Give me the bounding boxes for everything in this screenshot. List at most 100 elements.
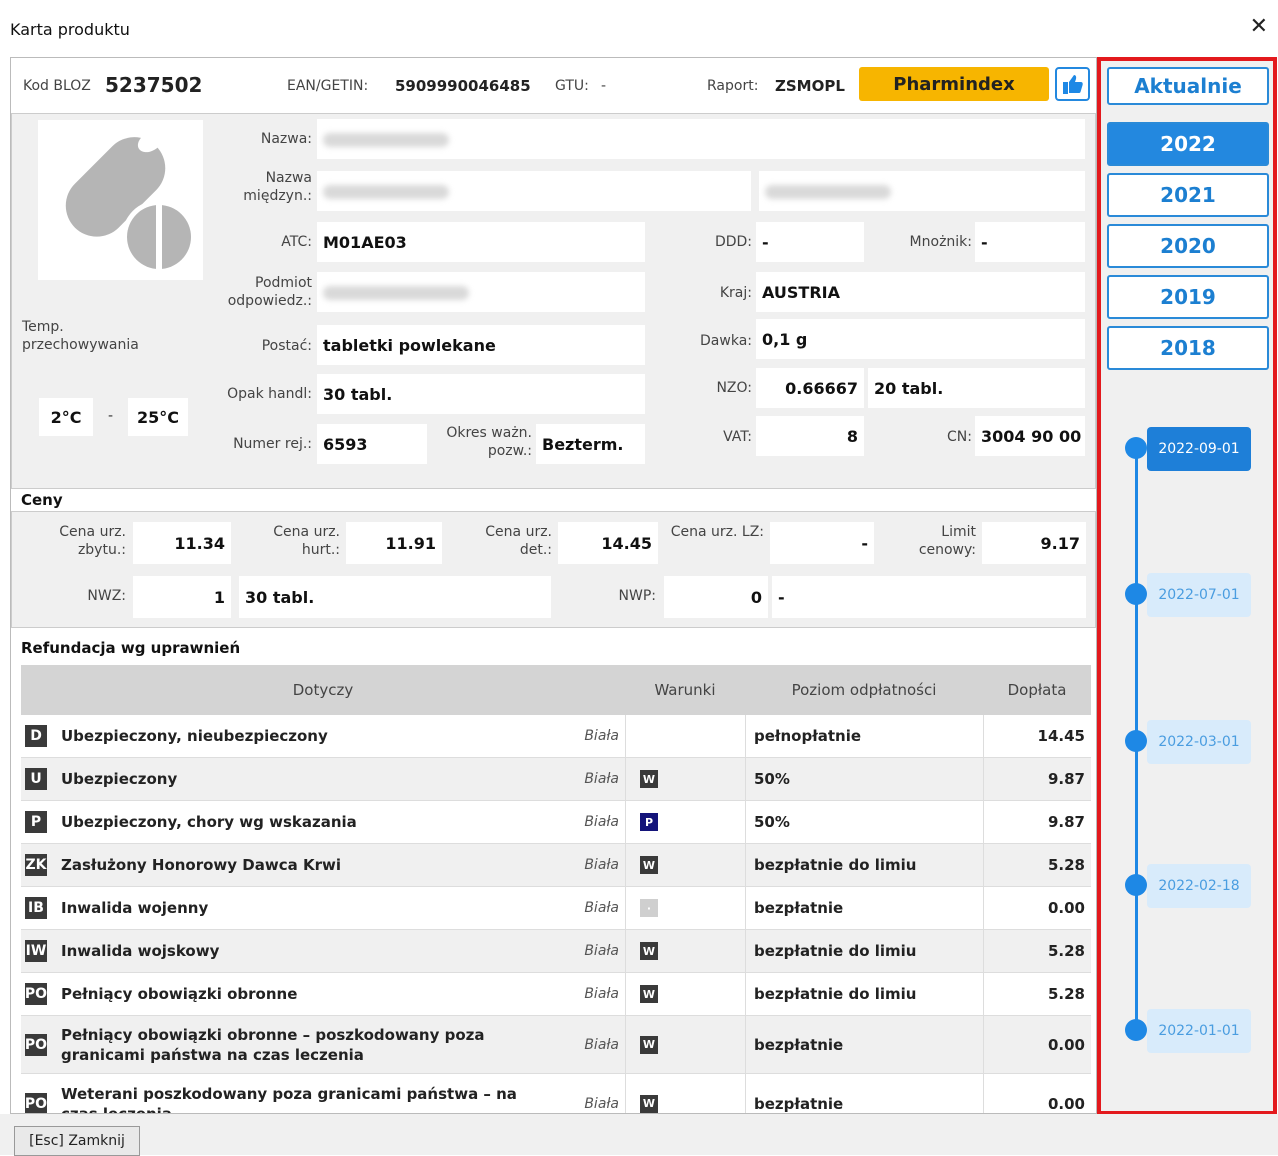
- nzo-label: NZO:: [716, 380, 752, 396]
- postac-field: tabletki powlekane: [317, 325, 645, 365]
- history-panel: Aktualnie 2022 2021 2020 2019 2018 2022-…: [1097, 57, 1277, 1115]
- ean-value: 5909990046485: [395, 77, 531, 95]
- current-button[interactable]: Aktualnie: [1107, 67, 1269, 105]
- privilege-code-badge: PO: [25, 1092, 47, 1113]
- gtu-value: -: [601, 78, 607, 94]
- timeline-dot: [1125, 583, 1147, 605]
- privilege-name: Zasłużony Honorowy Dawca Krwi: [61, 856, 341, 874]
- payment-level: bezpłatnie: [745, 887, 983, 929]
- temp-label: Temp. przechowywania: [22, 319, 139, 353]
- vat-label: VAT:: [723, 429, 752, 445]
- condition-cell: W: [625, 1016, 745, 1073]
- col-header-doplata[interactable]: Dopłata: [983, 665, 1091, 715]
- privilege-code-badge: PO: [25, 983, 47, 1005]
- cn-label: CN:: [947, 429, 972, 445]
- like-button[interactable]: [1055, 67, 1090, 101]
- opak-field: 30 tabl.: [317, 374, 645, 414]
- condition-cell: W: [625, 1074, 745, 1113]
- podmiot-field: [317, 272, 645, 312]
- year-2020-button[interactable]: 2020: [1107, 224, 1269, 268]
- mnoznik-label: Mnożnik:: [909, 234, 972, 250]
- nzo-field: 0.66667: [756, 368, 864, 408]
- payment-level: bezpłatnie do limiu: [745, 844, 983, 886]
- condition-badge: W: [640, 770, 658, 788]
- header-band: Kod BLOZ 5237502 EAN/GETIN: 590999004648…: [11, 58, 1096, 113]
- gtu-label: GTU:: [555, 78, 589, 94]
- year-2019-button[interactable]: 2019: [1107, 275, 1269, 319]
- ceny-section: Cena urz. zbytu.: 11.34 Cena urz. hurt.:…: [11, 511, 1096, 628]
- table-row[interactable]: ZK Zasłużony Honorowy Dawca Krwi Biała Wbez…: [21, 844, 1091, 887]
- nazwa-label: Nazwa:: [260, 131, 312, 147]
- table-row[interactable]: PO Pełniący obowiązki obronne – poszkodow…: [21, 1016, 1091, 1074]
- temp-sep: -: [108, 408, 114, 424]
- payment-level: 50%: [745, 758, 983, 800]
- date-2022-07-01[interactable]: 2022-07-01: [1147, 573, 1251, 617]
- list-type: Biała: [584, 814, 619, 830]
- bloz-value: 5237502: [105, 73, 203, 97]
- okres-field: Bezterm.: [536, 424, 645, 464]
- year-2021-button[interactable]: 2021: [1107, 173, 1269, 217]
- date-2022-01-01[interactable]: 2022-01-01: [1147, 1009, 1251, 1053]
- privilege-code-badge: D: [25, 725, 47, 747]
- cena-det-field: 14.45: [558, 522, 658, 564]
- title-bar: Karta produktu ✕: [0, 0, 1278, 58]
- ean-label: EAN/GETIN:: [287, 78, 369, 94]
- table-row[interactable]: P Ubezpieczony, chory wg wskazania Biała P 5…: [21, 801, 1091, 844]
- close-button[interactable]: [Esc] Zamknij: [14, 1126, 140, 1156]
- list-type: Biała: [584, 1036, 619, 1053]
- ddd-label: DDD:: [714, 234, 752, 250]
- date-2022-03-01[interactable]: 2022-03-01: [1147, 720, 1251, 764]
- nwz-label: NWZ:: [87, 588, 126, 604]
- list-type: Biała: [584, 1095, 619, 1112]
- privilege-name: Weterani poszkodowany poza granicami pań…: [61, 1084, 517, 1114]
- condition-badge: W: [640, 856, 658, 874]
- vat-field: 8: [756, 416, 864, 456]
- privilege-code-badge: ZK: [25, 854, 47, 876]
- nazwa-miedzyn-field: [317, 171, 751, 211]
- raport-value: ZSMOPL: [775, 77, 845, 95]
- timeline-dot: [1125, 437, 1147, 459]
- col-header-dotyczy[interactable]: Dotyczy: [21, 665, 625, 715]
- payment-level: 50%: [745, 801, 983, 843]
- nwp-label: NWP:: [618, 588, 656, 604]
- doplata-value: 14.45: [983, 715, 1091, 757]
- condition-badge: P: [640, 813, 658, 831]
- col-header-poziom[interactable]: Poziom odpłatności: [745, 665, 983, 715]
- date-2022-09-01[interactable]: 2022-09-01: [1147, 427, 1251, 471]
- temp-max-field: 25°C: [128, 398, 188, 436]
- privilege-code-badge: IB: [25, 897, 47, 919]
- pharmindex-button[interactable]: Pharmindex: [859, 67, 1049, 101]
- thumbs-up-icon: [1062, 75, 1083, 94]
- col-header-warunki[interactable]: Warunki: [625, 665, 745, 715]
- date-2022-02-18[interactable]: 2022-02-18: [1147, 864, 1251, 908]
- close-icon[interactable]: ✕: [1250, 14, 1268, 39]
- timeline-dot: [1125, 1019, 1147, 1041]
- table-row[interactable]: D Ubezpieczony, nieubezpieczony Biała pełno…: [21, 715, 1091, 758]
- pill-icon: [38, 120, 203, 280]
- condition-cell: [625, 715, 745, 757]
- limit-label: Limit cenowy:: [918, 524, 976, 558]
- year-2018-button[interactable]: 2018: [1107, 326, 1269, 370]
- table-row[interactable]: U Ubezpieczony Biała W 50% 9.87: [21, 758, 1091, 801]
- condition-badge: W: [640, 942, 658, 960]
- table-row[interactable]: PO Pełniący obowiązki obronne Biała Wbezpła…: [21, 973, 1091, 1016]
- privilege-name: Ubezpieczony, chory wg wskazania: [61, 813, 357, 831]
- cena-hurt-field: 11.91: [346, 522, 442, 564]
- nwz-field: 1: [133, 576, 231, 618]
- condition-badge: W: [640, 1035, 658, 1054]
- condition-badge: W: [640, 1094, 658, 1113]
- year-2022-button[interactable]: 2022: [1107, 122, 1269, 166]
- kraj-field: AUSTRIA: [756, 272, 1085, 312]
- table-row[interactable]: IB Inwalida wojenny Biała · bezpłatnie 0.00: [21, 887, 1091, 930]
- doplata-value: 0.00: [983, 1016, 1091, 1073]
- kraj-label: Kraj:: [719, 285, 752, 301]
- nwp-field: 0: [664, 576, 768, 618]
- nzo-unit-field: 20 tabl.: [868, 368, 1085, 408]
- cena-lz-label: Cena urz. LZ:: [670, 524, 764, 540]
- table-row[interactable]: IW Inwalida wojskowy Biała Wbezpłatnie do l…: [21, 930, 1091, 973]
- list-type: Biała: [584, 986, 619, 1002]
- refundacja-title: Refundacja wg uprawnień: [21, 639, 241, 657]
- table-row[interactable]: PO Weterani poszkodowany poza granicami p…: [21, 1074, 1091, 1114]
- cena-hurt-label: Cena urz. hurt.:: [273, 524, 340, 558]
- okres-label: Okres ważn. pozw.:: [446, 425, 532, 459]
